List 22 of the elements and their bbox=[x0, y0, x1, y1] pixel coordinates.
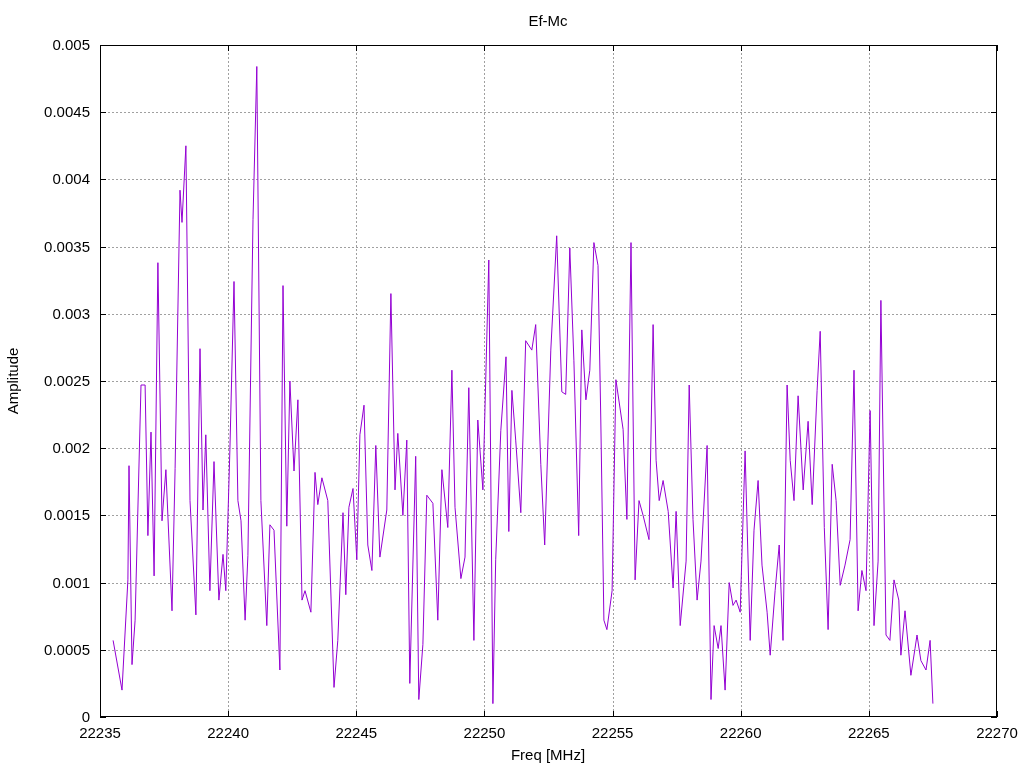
x-tick-label: 22265 bbox=[848, 724, 890, 741]
y-tick-label: 0.0015 bbox=[44, 506, 90, 524]
x-tick-label: 22270 bbox=[976, 724, 1018, 741]
x-tick-label: 22260 bbox=[719, 724, 762, 741]
x-tick-label: 22245 bbox=[335, 724, 378, 741]
chart-title: Ef-Mc bbox=[528, 12, 568, 29]
y-tick-label: 0 bbox=[81, 708, 90, 725]
y-tick-label: 0.005 bbox=[52, 36, 90, 53]
x-axis-label: Freq [MHz] bbox=[510, 746, 586, 763]
x-tick-label: 22255 bbox=[591, 724, 634, 741]
y-tick-label: 0.002 bbox=[52, 439, 90, 457]
x-tick-label: 22235 bbox=[79, 724, 121, 741]
y-tick-label: 0.0025 bbox=[44, 372, 90, 389]
x-tick-label: 22240 bbox=[207, 724, 249, 741]
y-tick-label: 0.003 bbox=[52, 304, 90, 322]
y-tick-label: 0.001 bbox=[52, 573, 90, 591]
x-tick-label: 22250 bbox=[463, 724, 506, 741]
y-tick-label: 0.004 bbox=[52, 170, 90, 188]
y-axis-label: Amplitude bbox=[4, 347, 21, 415]
y-tick-label: 0.0045 bbox=[44, 103, 90, 121]
y-tick-label: 0.0005 bbox=[44, 640, 90, 658]
y-tick-label: 0.0035 bbox=[44, 237, 90, 255]
